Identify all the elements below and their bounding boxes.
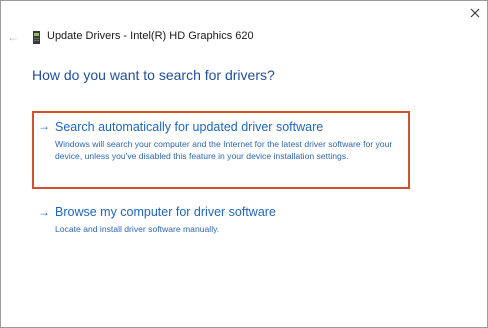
search-automatically-link[interactable]: Search automatically for updated driver …: [55, 120, 323, 134]
back-arrow-icon[interactable]: ←: [5, 29, 21, 45]
search-automatically-description: Windows will search your computer and th…: [55, 139, 393, 161]
window-title: Update Drivers - Intel(R) HD Graphics 62…: [47, 30, 254, 42]
browse-computer-description: Locate and install driver software manua…: [55, 224, 220, 234]
update-drivers-window: ← Update Drivers - Intel(R) HD Graphics …: [0, 0, 488, 328]
arrow-right-icon: →: [38, 119, 50, 133]
browse-computer-option[interactable]: → Browse my computer for driver software…: [32, 203, 410, 243]
page-heading: How do you want to search for drivers?: [32, 67, 275, 83]
search-automatically-option[interactable]: → Search automatically for updated drive…: [32, 111, 410, 189]
graphics-card-icon: [33, 31, 40, 44]
title-bar: ← Update Drivers - Intel(R) HD Graphics …: [1, 1, 487, 57]
browse-computer-link[interactable]: Browse my computer for driver software: [55, 205, 276, 219]
arrow-right-icon: →: [38, 205, 50, 219]
close-icon[interactable]: [468, 6, 482, 20]
